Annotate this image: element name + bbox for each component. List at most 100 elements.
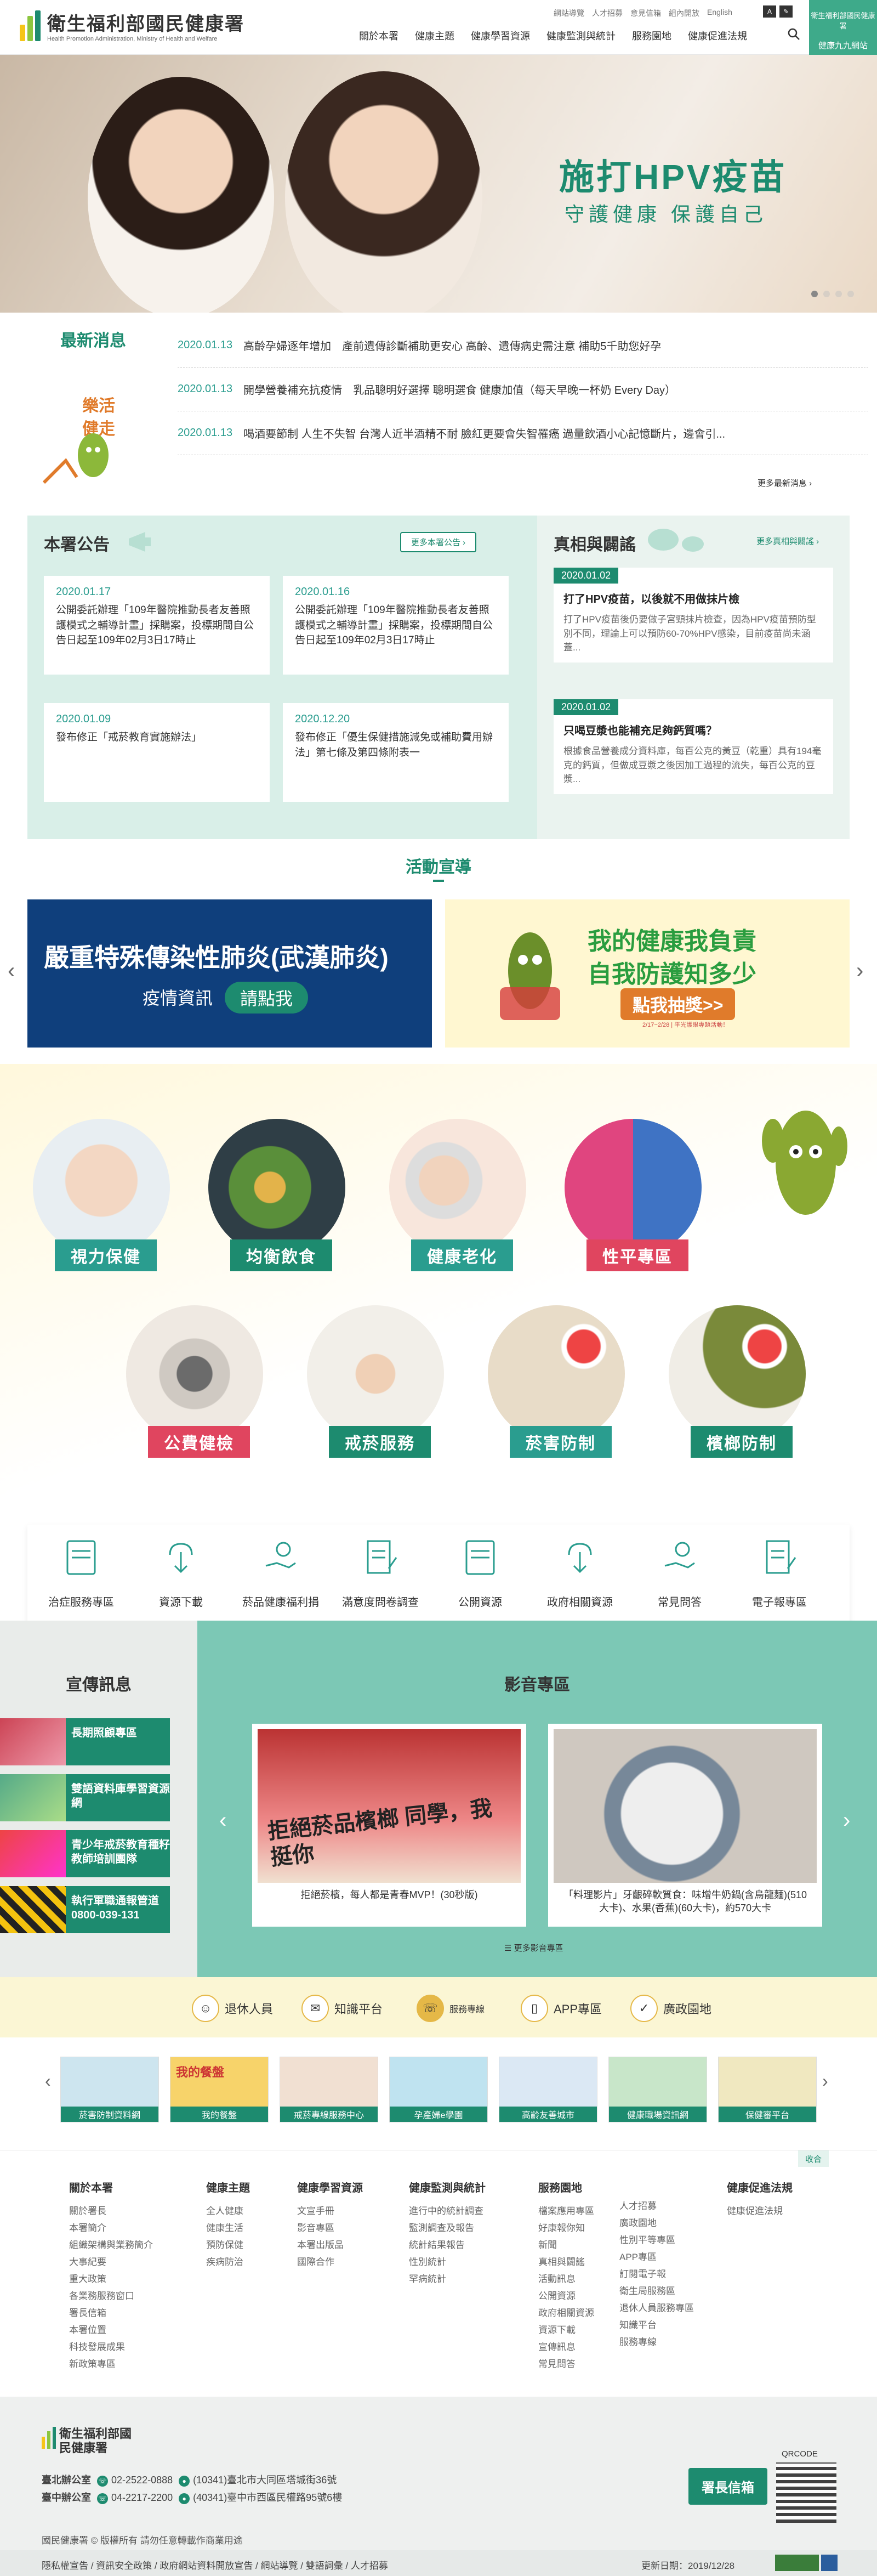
sitemap-link[interactable]: 關於署長 bbox=[69, 2203, 153, 2220]
site-logo[interactable]: 衛生福利部國民健康署 Health Promotion Administrati… bbox=[20, 9, 244, 42]
sitemap-link[interactable]: 統計結果報告 bbox=[409, 2237, 486, 2254]
more-truth-link[interactable]: 更多真相與闢謠 › bbox=[756, 535, 819, 547]
chevron-right-icon[interactable]: › bbox=[843, 1808, 850, 1833]
covid-banner[interactable]: 嚴重特殊傳染性肺炎(武漢肺炎) 疫情資訊 請點我 bbox=[27, 899, 432, 1048]
sitemap-link[interactable]: 活動訊息 bbox=[538, 2271, 594, 2288]
sitemap-link[interactable]: 宣傳訊息 bbox=[538, 2339, 594, 2356]
video-card[interactable]: 拒絕菸品檳榔 同學，我挺你 拒絕菸檳，每人都是青春MVP！(30秒版) bbox=[252, 1724, 526, 1927]
sitemap-link[interactable]: 罕病統計 bbox=[409, 2271, 486, 2288]
service-item[interactable]: 政府相關資源 bbox=[531, 1536, 629, 1609]
sitemap-link[interactable]: 公開資源 bbox=[538, 2288, 594, 2305]
sitemap-link[interactable]: 資源下載 bbox=[538, 2322, 594, 2339]
sitemap-link[interactable]: 好康報你知 bbox=[538, 2220, 594, 2237]
sitemap-link[interactable]: 訂閱電子報 bbox=[619, 2266, 694, 2283]
nav-topics[interactable]: 健康主題 bbox=[415, 29, 454, 43]
font-size-icon[interactable]: A bbox=[763, 5, 776, 18]
truth-card[interactable]: 2020.01.02 打了HPV疫苗，以後就不用做抹片檢 打了HPV疫苗後仍要做… bbox=[554, 568, 833, 663]
sitemap-link[interactable]: 知識平台 bbox=[619, 2317, 694, 2334]
promo-item[interactable]: 青少年戒菸教育種籽教師培訓團隊 bbox=[0, 1830, 170, 1877]
sitemap-link[interactable]: 署長信箱 bbox=[69, 2305, 153, 2322]
quick-link[interactable]: ▯ APP專區 bbox=[521, 1995, 602, 2022]
announcement-card[interactable]: 2020.01.17 公開委託辦理「109年醫院推動長者友善照護模式之輔導計畫」… bbox=[44, 576, 270, 675]
topic-diet[interactable]: 均衡飲食 bbox=[197, 1119, 345, 1278]
sitemap-link[interactable]: 常見問答 bbox=[538, 2356, 594, 2373]
sitemap-link[interactable]: 新聞 bbox=[538, 2237, 594, 2254]
service-item[interactable]: 菸品健康福利捐 bbox=[231, 1536, 330, 1609]
truth-card[interactable]: 2020.01.02 只喝豆漿也能補充足夠鈣質嗎？ 根據食品營養成分資料庫，每百… bbox=[554, 699, 833, 794]
lottery-button[interactable]: 點我抽獎>> bbox=[620, 988, 736, 1020]
sitemap-link[interactable]: 性別統計 bbox=[409, 2254, 486, 2271]
topic-checkup[interactable]: 公費健檢 bbox=[115, 1305, 263, 1464]
thumb-link[interactable]: 保健審平台 bbox=[718, 2057, 817, 2122]
service-item[interactable]: 公開資源 bbox=[431, 1536, 529, 1609]
service-item[interactable]: 治症服務專區 bbox=[32, 1536, 130, 1609]
sitemap-link[interactable]: 真相與闢謠 bbox=[538, 2254, 594, 2271]
director-mailbox-button[interactable]: 署長信箱 bbox=[688, 2468, 767, 2505]
topic-aging[interactable]: 健康老化 bbox=[378, 1119, 526, 1278]
sitemap-link[interactable]: 預防保健 bbox=[206, 2237, 250, 2254]
quick-link[interactable]: ✉ 知識平台 bbox=[301, 1995, 383, 2022]
sitemap-link[interactable]: 監測調查及報告 bbox=[409, 2220, 486, 2237]
more-video-link[interactable]: ☰ 更多影音專區 bbox=[504, 1942, 563, 1954]
news-item[interactable]: 2020.01.13 喝酒要節制 人生不失智 台灣人近半酒精不耐 臉紅更要會失智… bbox=[178, 411, 868, 455]
util-link-mailbox[interactable]: 意見信箱 bbox=[630, 8, 661, 19]
sitemap-link[interactable]: 政府相關資源 bbox=[538, 2305, 594, 2322]
sitemap-link[interactable]: 全人健康 bbox=[206, 2203, 250, 2220]
carousel-dot[interactable] bbox=[823, 291, 830, 297]
topic-betel-nut[interactable]: 檳榔防制 bbox=[658, 1305, 806, 1464]
sitemap-link[interactable]: 疾病防治 bbox=[206, 2254, 250, 2271]
quick-link[interactable]: ☏ 服務專線 bbox=[417, 1995, 485, 2022]
sitemap-link[interactable]: 重大政策 bbox=[69, 2271, 153, 2288]
topic-gender[interactable]: 性平專區 bbox=[554, 1119, 702, 1278]
edit-icon[interactable]: ✎ bbox=[779, 5, 793, 18]
util-link-sitemap[interactable]: 網站導覽 bbox=[554, 8, 584, 19]
sitemap-link[interactable]: 人才招募 bbox=[619, 2198, 694, 2215]
nav-statistics[interactable]: 健康監測與統計 bbox=[546, 29, 616, 43]
service-item[interactable]: 電子報專區 bbox=[730, 1536, 829, 1609]
sitemap-heading[interactable]: 健康促進法規 bbox=[727, 2179, 793, 2195]
thumb-link[interactable]: 菸害防制資料網 bbox=[60, 2057, 159, 2122]
video-card[interactable]: 「料理影片」牙齦碎軟質食：味增牛奶鍋(含烏龍麵)(510大卡)、水果(香蕉)(6… bbox=[548, 1724, 822, 1927]
carousel-dot[interactable] bbox=[811, 291, 818, 297]
carousel-dot[interactable] bbox=[835, 291, 842, 297]
nav-about[interactable]: 關於本署 bbox=[359, 29, 398, 43]
sitemap-heading[interactable]: 健康監測與統計 bbox=[409, 2179, 486, 2195]
footer-links[interactable]: 隱私權宣告 / 資訊安全政策 / 政府網站資料開放宣告 / 網站導覽 / 雙語詞… bbox=[42, 2558, 388, 2572]
sitemap-link[interactable]: 健康促進法規 bbox=[727, 2203, 793, 2220]
promo-item[interactable]: 雙語資料庫學習資源網 bbox=[0, 1774, 170, 1821]
nav-learning[interactable]: 健康學習資源 bbox=[471, 29, 530, 43]
sitemap-link[interactable]: 本署出版品 bbox=[297, 2237, 363, 2254]
chevron-left-icon[interactable]: ‹ bbox=[219, 1808, 226, 1833]
thumb-link[interactable]: 孕產婦e學園 bbox=[389, 2057, 488, 2122]
sitemap-link[interactable]: 文宣手冊 bbox=[297, 2203, 363, 2220]
chevron-right-icon[interactable]: › bbox=[856, 959, 863, 983]
sitemap-link[interactable]: 本署位置 bbox=[69, 2322, 153, 2339]
sitemap-link[interactable]: 科技發展成果 bbox=[69, 2339, 153, 2356]
sitemap-link[interactable]: 影音專區 bbox=[297, 2220, 363, 2237]
topic-quit-smoking[interactable]: 戒菸服務 bbox=[296, 1305, 444, 1464]
sitemap-link[interactable]: 健康生活 bbox=[206, 2220, 250, 2237]
sitemap-heading[interactable]: 服務園地 bbox=[538, 2179, 594, 2195]
sitemap-link[interactable]: 新政策專區 bbox=[69, 2356, 153, 2373]
sitemap-link[interactable]: 進行中的統計調查 bbox=[409, 2203, 486, 2220]
collapse-button[interactable]: 收合 bbox=[798, 2150, 829, 2167]
thumb-link[interactable]: 戒菸專線服務中心 bbox=[280, 2057, 378, 2122]
health99-link[interactable]: 衛生福利部國民健康署 健康九九網站 bbox=[809, 0, 877, 55]
sitemap-link[interactable]: 服務專線 bbox=[619, 2334, 694, 2351]
sitemap-heading[interactable]: 健康學習資源 bbox=[297, 2179, 363, 2195]
quick-link[interactable]: ☺ 退休人員 bbox=[192, 1995, 273, 2022]
announcement-card[interactable]: 2020.01.09 發布修正「戒菸教育實施辦法」 bbox=[44, 703, 270, 802]
taipei-phone[interactable]: 02-2522-0888 bbox=[111, 2475, 173, 2486]
carousel-dot[interactable] bbox=[847, 291, 854, 297]
self-protection-banner[interactable]: 我的健康我負責 自我防護知多少 點我抽獎>> 2/17~2/28 | 平光護眼專… bbox=[445, 899, 850, 1048]
sitemap-link[interactable]: 退休人員服務專區 bbox=[619, 2300, 694, 2317]
promo-item[interactable]: 長期照顧專區 bbox=[0, 1718, 170, 1765]
sitemap-heading[interactable]: 關於本署 bbox=[69, 2179, 153, 2195]
topic-vision[interactable]: 視力保健 bbox=[22, 1119, 170, 1278]
sitemap-link[interactable]: 性別平等專區 bbox=[619, 2232, 694, 2249]
promo-item[interactable]: 執行軍職通報管道0800-039-131 bbox=[0, 1886, 170, 1933]
sitemap-link[interactable]: APP專區 bbox=[619, 2249, 694, 2266]
sitemap-heading[interactable]: 健康主題 bbox=[206, 2179, 250, 2195]
news-item[interactable]: 2020.01.13 開學營養補充抗疫情 乳品聰明好選擇 聰明選食 健康加值（每… bbox=[178, 367, 868, 411]
announcement-card[interactable]: 2020.12.20 發布修正「優生保健措施減免或補助費用辦法」第七條及第四條附… bbox=[283, 703, 509, 802]
